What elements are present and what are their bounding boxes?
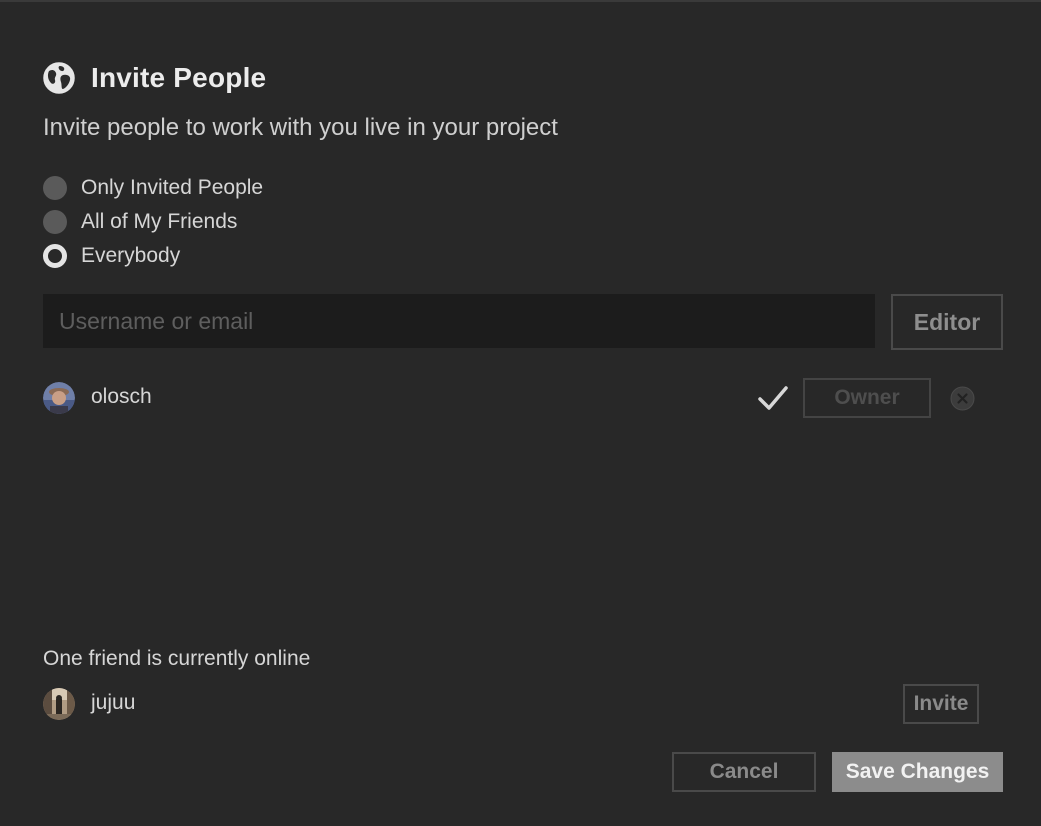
radio-button[interactable] xyxy=(43,210,67,234)
member-role-badge: Owner xyxy=(803,378,931,418)
dialog-header: Invite People xyxy=(43,60,266,96)
radio-everybody[interactable]: Everybody xyxy=(43,243,180,269)
radio-label: Only Invited People xyxy=(81,176,264,199)
username-email-input[interactable] xyxy=(43,294,875,348)
radio-button[interactable] xyxy=(43,176,67,200)
globe-icon xyxy=(43,62,75,94)
invite-friend-button[interactable]: Invite xyxy=(903,684,979,724)
online-friends-label: One friend is currently online xyxy=(43,647,311,670)
radio-only-invited[interactable]: Only Invited People xyxy=(43,175,263,201)
invite-people-dialog: Invite People Invite people to work with… xyxy=(0,0,1041,826)
check-icon xyxy=(758,386,788,410)
radio-label: All of My Friends xyxy=(81,210,238,233)
dialog-subtitle: Invite people to work with you live in y… xyxy=(43,114,558,141)
user-avatar xyxy=(43,688,75,720)
member-name: olosch xyxy=(91,385,152,408)
radio-label: Everybody xyxy=(81,244,181,267)
cancel-button[interactable]: Cancel xyxy=(672,752,816,792)
radio-button-selected[interactable] xyxy=(43,244,67,268)
radio-all-friends[interactable]: All of My Friends xyxy=(43,209,237,235)
user-avatar xyxy=(43,382,75,414)
remove-icon[interactable] xyxy=(950,386,975,411)
save-changes-button[interactable]: Save Changes xyxy=(832,752,1003,792)
role-select[interactable]: Editor xyxy=(891,294,1003,350)
dialog-title: Invite People xyxy=(91,62,267,93)
friend-name: jujuu xyxy=(91,691,136,714)
